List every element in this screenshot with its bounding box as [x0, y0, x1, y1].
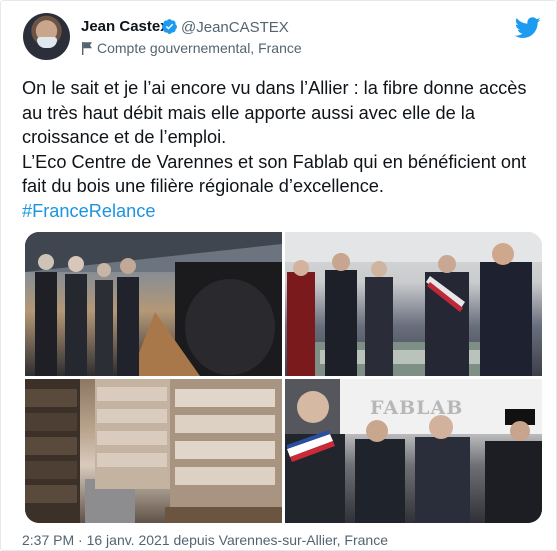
tweet-text: On le sait et je l’ai encore vu dans l’A… — [22, 76, 544, 224]
tweet-card: Jean Castex @JeanCASTEX Compte gouvernem… — [0, 0, 557, 551]
photo-grid: FABLAB — [25, 232, 542, 523]
avatar-mask-detail — [37, 37, 57, 48]
photo-fablab-group[interactable]: FABLAB — [285, 379, 542, 523]
government-flag-icon — [82, 42, 92, 55]
author-avatar[interactable] — [23, 13, 70, 60]
photo-wood-pellet-bags[interactable] — [25, 379, 282, 523]
verified-badge-icon — [162, 19, 177, 34]
author-handle[interactable]: @JeanCASTEX — [181, 19, 289, 36]
photo-warehouse-visit[interactable] — [25, 232, 282, 376]
tweet-paragraph-1: On le sait et je l’ai encore vu dans l’A… — [22, 78, 527, 148]
twitter-bird-icon[interactable] — [515, 17, 541, 39]
photo-warehouse-illustration — [25, 232, 282, 376]
tweet-paragraph-2: L’Eco Centre de Varennes et son Fablab q… — [22, 151, 527, 197]
photo-pellet-illustration — [25, 379, 282, 523]
photo-model-inspection[interactable] — [285, 232, 542, 376]
government-account-label: Compte gouvernemental, France — [97, 40, 302, 56]
fablab-sign: FABLAB — [370, 397, 464, 419]
tweet-timestamp[interactable]: 2:37 PM · 16 janv. 2021 depuis Varennes-… — [22, 532, 388, 548]
photo-inspection-illustration — [285, 232, 542, 376]
author-name[interactable]: Jean Castex — [81, 18, 169, 35]
hashtag-link[interactable]: #FranceRelance — [22, 201, 155, 221]
